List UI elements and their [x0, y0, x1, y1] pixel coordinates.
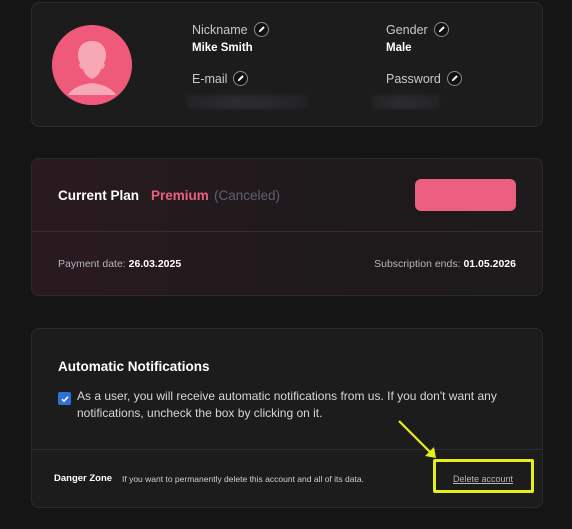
- edit-email-pencil-icon[interactable]: [233, 71, 249, 86]
- notifications-checkbox[interactable]: [58, 392, 71, 405]
- payment-date-value: 26.03.2025: [128, 258, 182, 270]
- nickname-value: Mike Smith: [192, 42, 253, 54]
- payment-date: Payment date: 26.03.2025: [58, 258, 181, 270]
- password-label: Password: [386, 71, 441, 86]
- payment-date-label: Payment date:: [58, 258, 126, 270]
- edit-password-pencil-icon[interactable]: [446, 71, 462, 86]
- gender-field: Gender Male: [386, 22, 449, 54]
- plan-title: Current Plan: [58, 188, 140, 203]
- email-label: E-mail: [192, 71, 228, 86]
- plan-name: Premium: [151, 188, 209, 203]
- danger-zone-label: Danger Zone: [54, 473, 113, 484]
- nickname-field: Nickname Mike Smith: [192, 22, 269, 54]
- subscription-ends-label: Subscription ends:: [374, 258, 461, 270]
- danger-divider: [32, 449, 542, 450]
- password-value-redacted: [372, 95, 440, 109]
- arrow-annotation-icon: [398, 420, 436, 458]
- subscription-ends-value: 01.05.2026: [463, 258, 516, 270]
- current-plan-card: Current Plan Premium (Canceled) Payment …: [31, 158, 543, 296]
- user-silhouette-icon: [52, 25, 132, 105]
- nickname-label: Nickname: [192, 22, 248, 37]
- notifications-description: As a user, you will receive automatic no…: [77, 389, 497, 420]
- profile-card: Nickname Mike Smith Gender Male E-mail P…: [31, 2, 543, 127]
- edit-gender-pencil-icon[interactable]: [433, 22, 449, 37]
- plan-status: (Canceled): [214, 188, 281, 203]
- delete-account-highlight: [433, 459, 534, 493]
- plan-divider: [32, 231, 542, 232]
- avatar[interactable]: [52, 25, 132, 105]
- email-value-redacted: [186, 95, 308, 109]
- gender-value: Male: [386, 42, 412, 54]
- password-field: Password: [372, 71, 462, 109]
- checkmark-icon: [60, 395, 69, 402]
- gender-label: Gender: [386, 22, 428, 37]
- danger-zone-text: If you want to permanently delete this a…: [122, 474, 364, 484]
- notifications-title: Automatic Notifications: [58, 359, 210, 374]
- email-field: E-mail: [186, 71, 308, 109]
- plan-action-button[interactable]: [415, 179, 516, 211]
- subscription-ends: Subscription ends: 01.05.2026: [374, 258, 516, 270]
- edit-nickname-pencil-icon[interactable]: [253, 22, 269, 37]
- account-settings-page: Nickname Mike Smith Gender Male E-mail P…: [0, 0, 572, 529]
